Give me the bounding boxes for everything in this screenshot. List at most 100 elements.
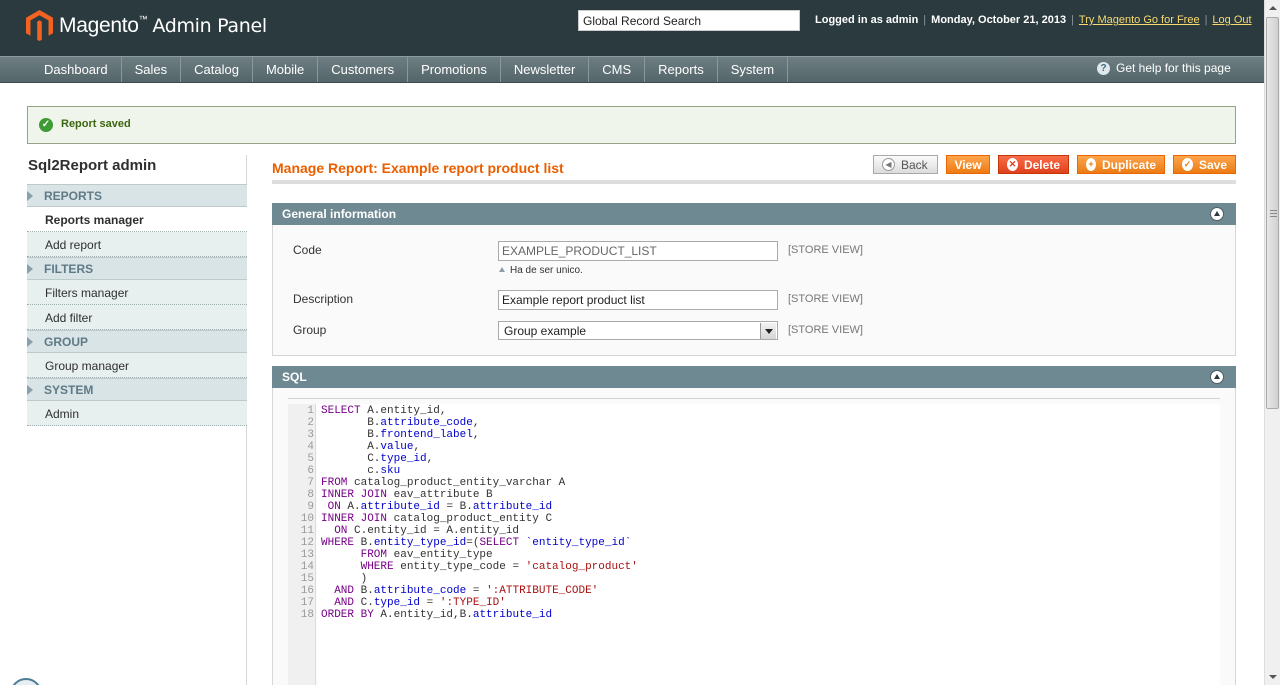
scroll-thumb[interactable]: [1266, 17, 1279, 409]
nav-customers[interactable]: Customers: [318, 57, 409, 82]
scroll-down-icon[interactable]: [1265, 669, 1280, 685]
sidebar-section-system[interactable]: SYSTEM: [27, 378, 247, 401]
nav-system[interactable]: System: [718, 57, 789, 82]
help-text: Get help for this page: [1116, 61, 1231, 75]
code-scope: [STORE VIEW]: [788, 244, 863, 256]
collapse-toggle-icon[interactable]: [1210, 207, 1224, 221]
line-number: 2: [307, 417, 314, 429]
sidebar-item-add-filter[interactable]: Add filter: [27, 305, 247, 330]
group-scope: [STORE VIEW]: [788, 324, 863, 336]
logged-in-text: Logged in as admin: [815, 14, 919, 26]
code-line: A.value,: [321, 441, 421, 453]
logout-link[interactable]: Log Out: [1212, 14, 1251, 26]
sidebar-section-filters[interactable]: FILTERS: [27, 257, 247, 280]
group-selected-value: Group example: [504, 324, 587, 338]
code-line: c.sku: [321, 465, 401, 477]
line-number: 5: [307, 453, 314, 465]
line-number: 15: [300, 573, 314, 585]
sql-header[interactable]: SQL: [272, 366, 1236, 388]
line-number: 16: [300, 585, 314, 597]
delete-button[interactable]: ✕ Delete: [998, 155, 1069, 174]
nav-newsletter[interactable]: Newsletter: [501, 57, 590, 82]
collapse-toggle-icon[interactable]: [1210, 370, 1224, 384]
sidebar-item-add-report[interactable]: Add report: [27, 232, 247, 257]
nav-promotions[interactable]: Promotions: [408, 57, 501, 82]
scroll-up-icon[interactable]: [1265, 0, 1280, 16]
line-number: 18: [300, 609, 314, 621]
delete-icon: ✕: [1007, 158, 1018, 171]
nav-sales[interactable]: Sales: [122, 57, 182, 82]
save-button[interactable]: ✓ Save: [1173, 155, 1236, 174]
corner-badge-icon: [10, 678, 42, 685]
sidebar-section-group[interactable]: GROUP: [27, 330, 247, 353]
line-number: 3: [307, 429, 314, 441]
note-arrow-icon: [499, 267, 505, 272]
line-number: 9: [307, 501, 314, 513]
line-number: 7: [307, 477, 314, 489]
line-number: 12: [300, 537, 314, 549]
back-button[interactable]: ◀ Back: [873, 155, 938, 174]
try-magento-link[interactable]: Try Magento Go for Free: [1079, 14, 1200, 26]
code-line: WHERE entity_type_code = 'catalog_produc…: [360, 561, 638, 573]
code-line: FROM eav_entity_type: [360, 549, 493, 561]
nav-catalog[interactable]: Catalog: [181, 57, 253, 82]
success-message-text: Report saved: [61, 118, 131, 130]
code-line: ORDER BY A.entity_id,B.attribute_id: [321, 609, 553, 621]
magento-logo-icon: [26, 10, 53, 41]
line-number: 8: [307, 489, 314, 501]
section-arrow-icon: [27, 264, 33, 274]
magento-logo[interactable]: Magento™ Admin Panel: [26, 10, 267, 41]
code-label: Code: [293, 243, 322, 257]
nav-reports[interactable]: Reports: [645, 57, 718, 82]
global-search-input[interactable]: [578, 10, 800, 31]
line-number: 6: [307, 465, 314, 477]
group-select[interactable]: Group example: [498, 321, 778, 340]
code-line: FROM catalog_product_entity_varchar A: [321, 477, 566, 489]
general-info-header[interactable]: General information: [272, 203, 1236, 225]
code-line: INNER JOIN eav_attribute B: [321, 489, 493, 501]
section-arrow-icon: [27, 191, 33, 201]
title-divider: [272, 180, 1236, 184]
sidebar-item-group-manager[interactable]: Group manager: [27, 353, 247, 378]
view-button[interactable]: View: [946, 155, 990, 174]
line-number: 11: [300, 525, 314, 537]
sidebar-section-reports[interactable]: REPORTS: [27, 184, 247, 207]
code-line: WHERE B.entity_type_id=(SELECT `entity_t…: [321, 537, 632, 549]
scroll-grip-icon: [1270, 210, 1277, 217]
code-line: B.frontend_label,: [321, 429, 480, 441]
help-icon: ?: [1097, 61, 1110, 75]
plus-icon: +: [1086, 158, 1096, 171]
code-line: AND C.type_id = ':TYPE_ID': [334, 597, 506, 609]
description-field[interactable]: [498, 290, 778, 310]
line-number: 17: [300, 597, 314, 609]
logo-text: Magento™ Admin Panel: [59, 13, 267, 37]
code-line: B.attribute_code,: [321, 417, 480, 429]
code-field[interactable]: [498, 241, 778, 261]
chevron-down-icon[interactable]: [760, 323, 776, 339]
nav-dashboard[interactable]: Dashboard: [28, 57, 122, 82]
nav-cms[interactable]: CMS: [589, 57, 646, 82]
success-check-icon: ✓: [39, 118, 53, 132]
section-arrow-icon: [27, 385, 33, 395]
section-arrow-icon: [27, 337, 33, 347]
code-line: ): [321, 573, 368, 585]
sidebar-item-reports-manager[interactable]: Reports manager: [27, 207, 247, 232]
save-check-icon: ✓: [1182, 158, 1193, 171]
vertical-scrollbar[interactable]: [1264, 0, 1280, 685]
code-line: AND B.attribute_code = ':ATTRIBUTE_CODE': [334, 585, 599, 597]
date-text: Monday, October 21, 2013: [931, 14, 1067, 26]
sidebar-item-filters-manager[interactable]: Filters manager: [27, 280, 247, 305]
group-label: Group: [293, 323, 327, 337]
sidebar-title: Sql2Report admin: [28, 157, 157, 174]
duplicate-button[interactable]: + Duplicate: [1077, 155, 1165, 174]
top-info: Logged in as admin | Monday, October 21, 2…: [815, 14, 1252, 26]
main-nav: Dashboard Sales Catalog Mobile Customers…: [0, 56, 1264, 83]
page-title: Manage Report: Example report product li…: [272, 160, 564, 176]
header: Magento™Admin Panel Logged in as admin|M…: [0, 0, 1264, 56]
sidebar-item-admin[interactable]: Admin: [27, 401, 247, 426]
nav-mobile[interactable]: Mobile: [253, 57, 319, 82]
editor-top-border: [288, 398, 1220, 399]
help-link[interactable]: ? Get help for this page: [1097, 61, 1231, 75]
code-line: INNER JOIN catalog_product_entity C: [321, 513, 553, 525]
line-number: 4: [307, 441, 314, 453]
